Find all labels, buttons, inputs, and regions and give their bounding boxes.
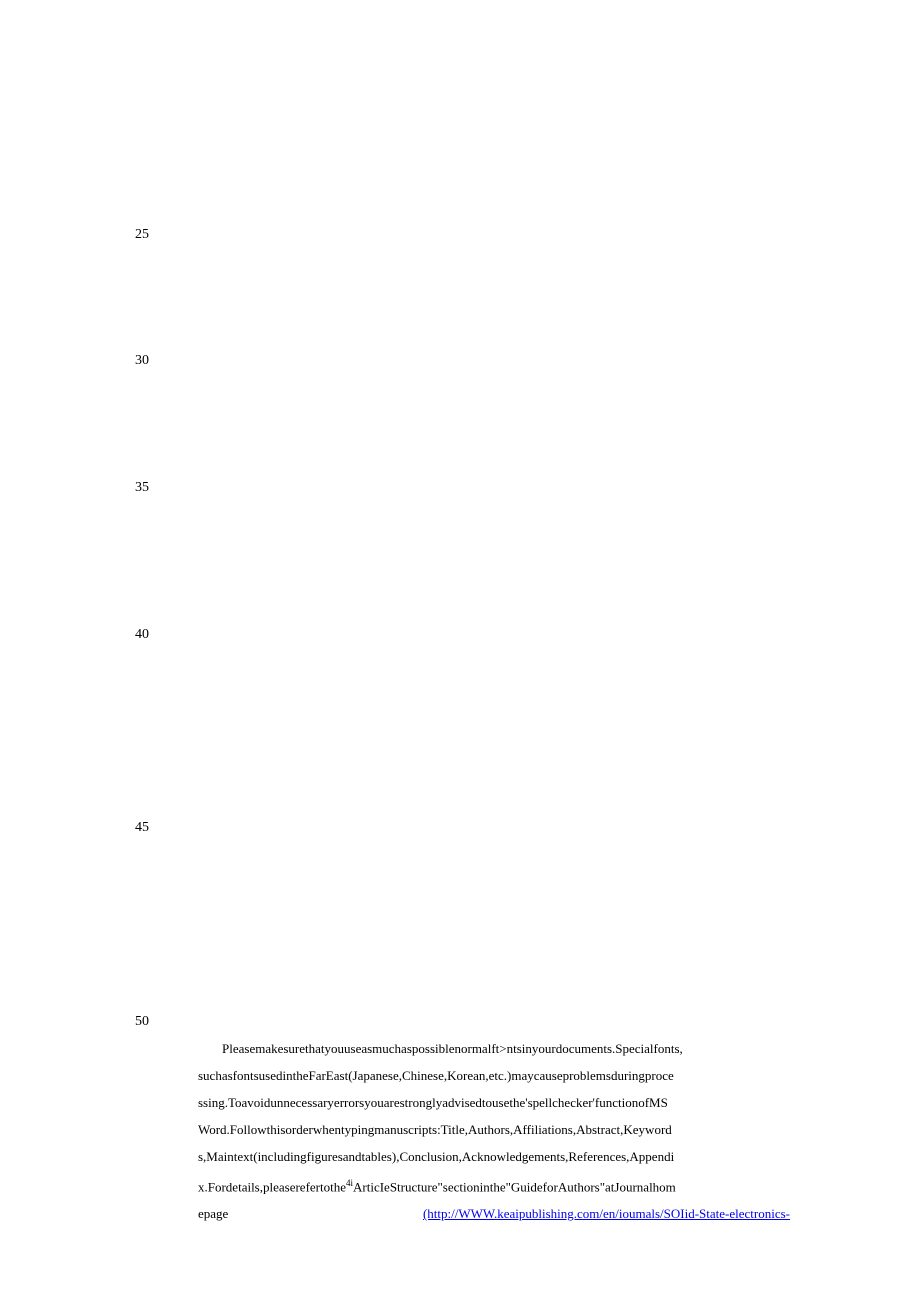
paragraph-superscript: 4i [346,1178,353,1188]
paragraph-epage-label: epage [198,1200,228,1227]
paragraph-text-part1: Pleasemakesurethatyouuseasmuchaspossible… [198,1041,683,1194]
document-page: 25 30 35 40 45 50 Pleasemakesurethatyouu… [0,0,920,1301]
line-number-50: 50 [135,1014,149,1030]
line-number-30: 30 [135,353,149,369]
journal-homepage-link[interactable]: (http://WWW.keaipublishing.com/en/ioumal… [423,1206,790,1221]
line-number-35: 35 [135,480,149,496]
line-number-45: 45 [135,820,149,836]
paragraph-text-part2: ArticIeStructure"sectioninthe"GuideforAu… [353,1179,676,1194]
line-number-40: 40 [135,627,149,643]
body-paragraph: Pleasemakesurethatyouuseasmuchaspossible… [198,1035,790,1227]
line-number-25: 25 [135,227,149,243]
